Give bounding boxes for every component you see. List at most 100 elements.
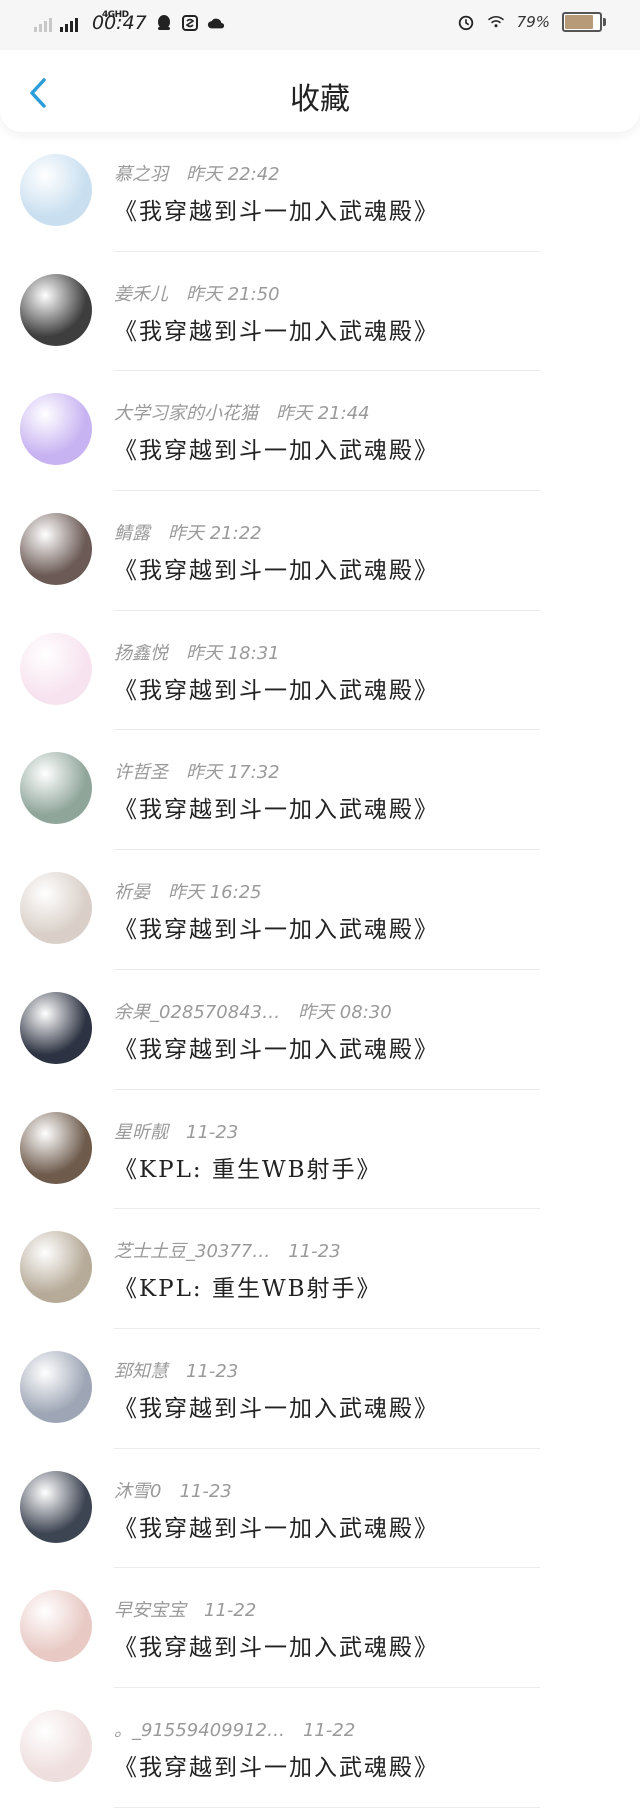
network-type-label: 4GHD	[102, 10, 129, 20]
signal-icon	[60, 14, 78, 32]
battery-icon	[562, 12, 606, 32]
page-title: 收藏	[290, 82, 350, 117]
wifi-icon	[487, 13, 505, 31]
book-title[interactable]: 《我穿越到斗一加入武魂殿》	[114, 1628, 439, 1662]
item-meta: 早安宝宝 11-22	[114, 1596, 256, 1622]
list-item[interactable]: 。_91559409912… 11-22 《我穿越到斗一加入武魂殿》	[0, 1688, 640, 1808]
item-meta: 祈晏 昨天 16:25	[114, 878, 262, 904]
item-meta: 。_91559409912… 11-22	[114, 1716, 355, 1742]
item-meta: 芝士土豆_30377… 11-23	[114, 1237, 341, 1263]
avatar[interactable]	[20, 1350, 92, 1423]
user-name: 芝士土豆_30377…	[114, 1241, 271, 1263]
favorite-time: 昨天 08:30	[298, 1001, 392, 1023]
list-item[interactable]: 郅知慧 11-23 《我穿越到斗一加入武魂殿》	[0, 1329, 640, 1449]
favorite-time: 11-22	[302, 1719, 356, 1741]
item-meta: 沐雪0 11-23	[114, 1477, 232, 1503]
avatar[interactable]	[20, 1709, 92, 1782]
favorite-time: 11-23	[179, 1480, 232, 1502]
item-meta: 星昕靓 11-23	[114, 1118, 238, 1144]
avatar[interactable]	[20, 154, 92, 226]
avatar[interactable]	[20, 1111, 92, 1184]
favorite-time: 11-23	[186, 1121, 239, 1143]
avatar[interactable]	[20, 393, 92, 466]
avatar[interactable]	[20, 1470, 92, 1543]
list-item[interactable]: 扬鑫悦 昨天 18:31 《我穿越到斗一加入武魂殿》	[0, 611, 640, 731]
book-title[interactable]: 《KPL: 重生WB射手》	[114, 1269, 382, 1303]
user-name: 早安宝宝	[114, 1600, 186, 1622]
list-item[interactable]: 祈晏 昨天 16:25 《我穿越到斗一加入武魂殿》	[0, 850, 640, 970]
favorite-time: 昨天 16:25	[168, 882, 262, 904]
item-meta: 姜禾儿 昨天 21:50	[114, 280, 280, 306]
user-name: 扬鑫悦	[114, 642, 168, 664]
avatar[interactable]	[20, 872, 92, 945]
item-meta: 鲭露 昨天 21:22	[114, 519, 262, 545]
avatar[interactable]	[20, 991, 92, 1064]
item-meta: 许哲圣 昨天 17:32	[114, 758, 280, 784]
favorite-time: 11-23	[186, 1360, 239, 1382]
favorite-time: 昨天 17:32	[186, 762, 280, 784]
list-item[interactable]: 早安宝宝 11-22 《我穿越到斗一加入武魂殿》	[0, 1568, 640, 1688]
book-title[interactable]: 《我穿越到斗一加入武魂殿》	[114, 1509, 439, 1543]
book-title[interactable]: 《我穿越到斗一加入武魂殿》	[114, 551, 439, 585]
list-item[interactable]: 大学习家的小花猫 昨天 21:44 《我穿越到斗一加入武魂殿》	[0, 371, 640, 492]
avatar[interactable]	[20, 632, 92, 705]
list-item[interactable]: 星昕靓 11-23 《KPL: 重生WB射手》	[0, 1090, 640, 1210]
user-name: 大学习家的小花猫	[114, 403, 258, 425]
favorite-time: 11-23	[288, 1241, 341, 1263]
favorite-time: 11-22	[204, 1600, 257, 1622]
list-item[interactable]: 沐雪0 11-23 《我穿越到斗一加入武魂殿》	[0, 1449, 640, 1569]
avatar[interactable]	[20, 1231, 92, 1304]
favorite-time: 昨天 21:22	[168, 523, 262, 545]
avatar[interactable]	[20, 1590, 92, 1663]
divider	[114, 1806, 540, 1808]
avatar[interactable]	[20, 273, 92, 346]
avatar[interactable]	[20, 513, 92, 586]
item-meta: 大学习家的小花猫 昨天 21:44	[114, 399, 370, 425]
status-bar: 4GHD 00:47 79%	[0, 0, 640, 50]
qq-icon	[155, 14, 173, 32]
item-meta: 慕之羽 昨天 22:42	[114, 160, 280, 186]
favorite-time: 昨天 22:42	[186, 164, 280, 185]
list-item[interactable]: 芝士土豆_30377… 11-23 《KPL: 重生WB射手》	[0, 1209, 640, 1329]
book-title[interactable]: 《我穿越到斗一加入武魂殿》	[114, 671, 439, 705]
battery-percent: 79%	[516, 13, 550, 31]
alarm-icon	[457, 13, 475, 31]
user-name: 姜禾儿	[114, 283, 168, 305]
book-title[interactable]: 《我穿越到斗一加入武魂殿》	[114, 192, 439, 226]
cloud-icon	[207, 14, 225, 32]
list-item[interactable]: 鲭露 昨天 21:22 《我穿越到斗一加入武魂殿》	[0, 491, 640, 611]
book-title[interactable]: 《KPL: 重生WB射手》	[114, 1150, 382, 1184]
status-right: 79%	[457, 12, 606, 32]
user-name: 郅知慧	[114, 1360, 168, 1382]
user-name: 沐雪0	[114, 1480, 162, 1502]
list-item[interactable]: 余果_028570843… 昨天 08:30 《我穿越到斗一加入武魂殿》	[0, 970, 640, 1090]
signal-icon-sim2	[34, 14, 52, 32]
item-meta: 余果_028570843… 昨天 08:30	[114, 998, 392, 1024]
status-left: 4GHD 00:47	[34, 10, 225, 34]
avatar[interactable]	[20, 752, 92, 825]
user-name: 慕之羽	[114, 164, 168, 185]
user-name: 余果_028570843…	[114, 1001, 281, 1023]
list-item[interactable]: 许哲圣 昨天 17:32 《我穿越到斗一加入武魂殿》	[0, 730, 640, 851]
user-name: 。_91559409912…	[114, 1719, 285, 1741]
soul-icon	[181, 14, 199, 32]
list-item[interactable]: 慕之羽 昨天 22:42 《我穿越到斗一加入武魂殿》	[0, 132, 640, 252]
book-title[interactable]: 《我穿越到斗一加入武魂殿》	[114, 312, 439, 346]
book-title[interactable]: 《我穿越到斗一加入武魂殿》	[114, 910, 439, 944]
battery-level	[565, 15, 594, 29]
header: 收藏	[0, 50, 640, 132]
book-title[interactable]: 《我穿越到斗一加入武魂殿》	[114, 1030, 439, 1064]
favorite-time: 昨天 18:31	[186, 642, 280, 664]
book-title[interactable]: 《我穿越到斗一加入武魂殿》	[114, 1389, 439, 1423]
user-name: 祈晏	[114, 882, 150, 904]
favorites-list: 慕之羽 昨天 22:42 《我穿越到斗一加入武魂殿》 姜禾儿 昨天 21:50 《我穿越到…	[0, 132, 640, 1808]
user-name: 许哲圣	[114, 762, 168, 784]
item-meta: 扬鑫悦 昨天 18:31	[114, 639, 280, 665]
book-title[interactable]: 《我穿越到斗一加入武魂殿》	[114, 1748, 439, 1782]
user-name: 鲭露	[114, 523, 150, 545]
item-meta: 郅知慧 11-23	[114, 1357, 238, 1383]
book-title[interactable]: 《我穿越到斗一加入武魂殿》	[114, 790, 439, 824]
book-title[interactable]: 《我穿越到斗一加入武魂殿》	[114, 431, 439, 465]
favorite-time: 昨天 21:44	[276, 403, 370, 425]
list-item[interactable]: 姜禾儿 昨天 21:50 《我穿越到斗一加入武魂殿》	[0, 252, 640, 372]
